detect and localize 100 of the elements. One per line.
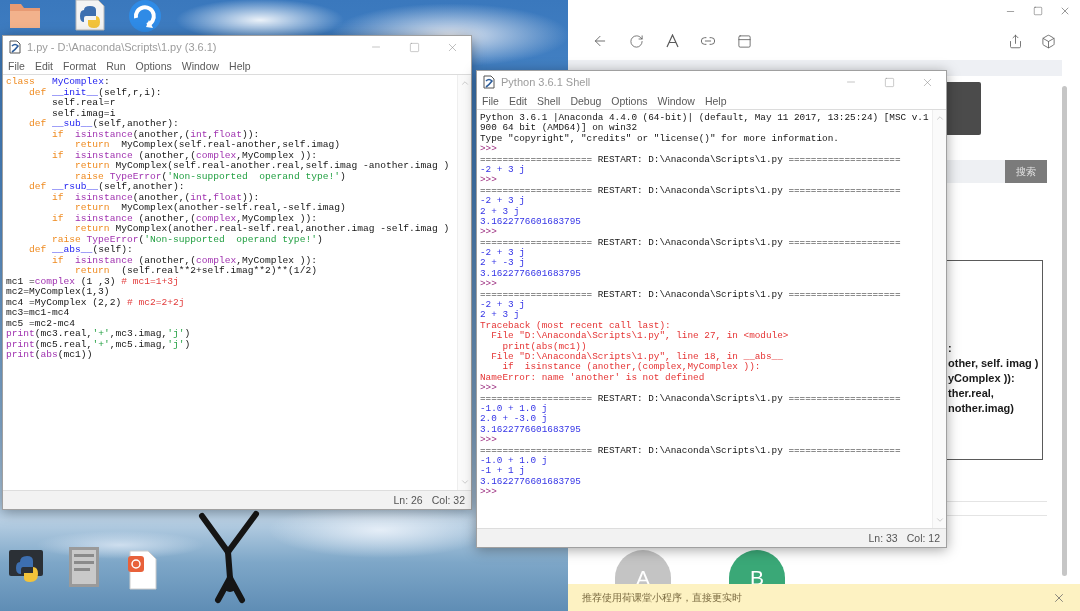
column-status: Col: 12: [906, 532, 940, 544]
code-line: if isinstance(another,(int,float)):: [51, 129, 261, 140]
menu-item[interactable]: Help: [704, 95, 727, 107]
menu-item[interactable]: Options: [135, 60, 172, 72]
shell-line: 2 + -3 j: [480, 258, 526, 269]
code-line: def __init__(self,r,i):: [28, 87, 163, 98]
line-status: Ln: 33: [868, 532, 898, 544]
code-line: mc5 =mc2-mc4: [6, 318, 77, 329]
shell-line: ==================== RESTART: D:\Anaconda\Scripts\1.py ====================: [480, 445, 902, 456]
maximize-icon: [1032, 6, 1043, 16]
code-line: raise TypeError('Non-supported operand type!'): [74, 171, 347, 182]
menu-item[interactable]: Edit: [508, 95, 527, 107]
code-line: return MyComplex(self.real-another,self.imag): [74, 140, 341, 151]
code-line: return (self.real**2+self.imag**2)**(1/2): [74, 266, 318, 277]
menu-item[interactable]: Window: [181, 60, 220, 72]
shell-line: 2 + 3 j: [480, 310, 521, 321]
scroll-up-icon[interactable]: [934, 113, 945, 123]
shell-line: -2 + 3 j: [480, 248, 526, 259]
code-line: mc3=mc1-mc4: [6, 308, 71, 319]
shell-line: ==================== RESTART: D:\Anaconda\Scripts\1.py ====================: [480, 185, 902, 196]
menu-item[interactable]: File: [482, 95, 499, 107]
code-line: class MyComplex:: [6, 77, 111, 88]
code-line: mc2=MyComplex(1,3): [6, 287, 111, 298]
shell-line: 3.1622776601683795: [480, 216, 582, 228]
scrollbar[interactable]: [1062, 86, 1067, 576]
document-thumbnail-icon[interactable]: [68, 546, 100, 588]
menu-item[interactable]: Shell: [537, 95, 561, 107]
shell-line: 900 64 bit (AMD64)] on win32: [480, 123, 638, 134]
code-text-line: other, self. imag ): [948, 356, 1040, 371]
code-line: mc4 =MyComplex (2,2) # mc2=2+2j: [6, 297, 186, 308]
search-button[interactable]: 搜索: [1005, 160, 1047, 183]
scroll-down-icon[interactable]: [459, 477, 470, 487]
search-field[interactable]: [947, 160, 1005, 183]
code-line: if isinstance(another,(int,float)):: [51, 192, 261, 203]
shell-line: >>>: [480, 227, 498, 238]
code-line: if isinstance (another,(complex,MyComplex )):: [51, 213, 318, 224]
line-status: Ln: 26: [393, 494, 423, 506]
shell-line: >>>: [480, 383, 498, 394]
font-icon: [665, 34, 679, 48]
shell-line: ==================== RESTART: D:\Anaconda\Scripts\1.py ====================: [480, 289, 902, 300]
code-line: self.real=r: [51, 98, 117, 109]
maximize-icon: [883, 76, 895, 88]
dark-panel: [947, 82, 981, 135]
document-icon: [9, 40, 21, 54]
code-text-line: nother.imag): [948, 401, 1015, 416]
shell-line: ==================== RESTART: D:\Anaconda\Scripts\1.py ====================: [480, 393, 902, 404]
shell-line: File "D:\Anaconda\Scripts\1.py", line 27, in <module>: [490, 331, 790, 342]
scroll-down-icon[interactable]: [934, 515, 945, 525]
code-text-line: yComplex )):: [948, 371, 1016, 386]
code-line: def __sub__(self,another):: [28, 119, 180, 130]
scrollbar[interactable]: [457, 75, 471, 490]
menu-item[interactable]: Window: [657, 95, 695, 107]
shell-line: ==================== RESTART: D:\Anaconda\Scripts\1.py ====================: [480, 237, 902, 248]
menu-item[interactable]: Edit: [34, 60, 53, 72]
menu-item[interactable]: Format: [63, 60, 97, 72]
menu-item[interactable]: Help: [229, 60, 251, 72]
window-panel-icon: [736, 33, 752, 49]
menu-item[interactable]: Debug: [570, 95, 602, 107]
scroll-up-icon[interactable]: [459, 78, 470, 88]
shell-line: if isinstance (another,(complex,MyComplex )):: [501, 362, 762, 373]
shell-line: 2.0 + -3.0 j: [480, 414, 549, 425]
shell-line: 2 + 3 j: [480, 206, 521, 217]
code-line: print(abs(mc1)): [6, 350, 94, 361]
code-line: def __rsub__(self,another):: [28, 182, 186, 193]
shell-line: Type "copyright", "credits" or "license()" for more information.: [480, 133, 840, 145]
maximize-icon: [408, 41, 420, 53]
shell-line: >>>: [480, 175, 498, 186]
shell-line: File "D:\Anaconda\Scripts\1.py", line 18, in __abs__: [490, 352, 784, 362]
pdf-file-icon[interactable]: [126, 550, 158, 590]
shell-line: -1 + 1 j: [480, 466, 526, 477]
code-line: if isinstance (another,(complex,MyComplex )):: [51, 255, 318, 266]
notice-text: 推荐使用荷课堂小程序，直接更实时: [582, 590, 742, 605]
menu-item[interactable]: Options: [611, 95, 648, 107]
shell-line: >>>: [480, 279, 498, 290]
shell-line: -1.0 + 1.0 j: [480, 403, 549, 414]
code-text-line: :: [948, 341, 953, 356]
code-line: raise TypeError('Non-supported operand type!'): [51, 234, 324, 245]
shell-line: >>>: [480, 144, 498, 155]
shell-line: Python 3.6.1 |Anaconda 4.4.0 (64-bit)| (default, May 11 2017, 13:25:24) [MSC v.1: [480, 113, 929, 123]
code-line: print(mc3.real,'+',mc3.imag,'j'): [6, 329, 192, 340]
scrollbar[interactable]: [932, 110, 946, 528]
shell-line: 3.1622776601683795: [480, 476, 582, 488]
window-title: Python 3.6.1 Shell: [501, 76, 592, 88]
code-line: def __abs__(self):: [28, 245, 134, 256]
shell-line: -2 + 3 j: [480, 196, 526, 207]
shell-line: >>>: [480, 435, 498, 446]
code-line: if isinstance (another,(complex,MyComplex )):: [51, 150, 318, 161]
shell-line: Traceback (most recent call last):: [480, 320, 672, 331]
menu-item[interactable]: Run: [106, 60, 126, 72]
cube-icon: [1041, 33, 1056, 49]
refresh-icon: [628, 33, 644, 49]
menu-item[interactable]: File: [8, 60, 25, 72]
window-title: 1.py - D:\Anaconda\Scripts\1.py (3.6.1): [27, 41, 218, 53]
shell-line: NameError: name 'another' is not defined: [480, 372, 706, 384]
code-line: mc1 =complex (1 ,3) # mc1=1+3j: [6, 276, 180, 287]
shell-line: print(abs(mc1)): [501, 341, 588, 352]
code-line: print(mc5.real,'+',mc5.imag,'j'): [6, 339, 192, 350]
code-line: return MyComplex(self.real-another.real,self.imag -another.imag ): [74, 161, 451, 172]
shell-line: -1.0 + 1.0 j: [480, 455, 549, 466]
column-status: Col: 32: [431, 494, 465, 506]
